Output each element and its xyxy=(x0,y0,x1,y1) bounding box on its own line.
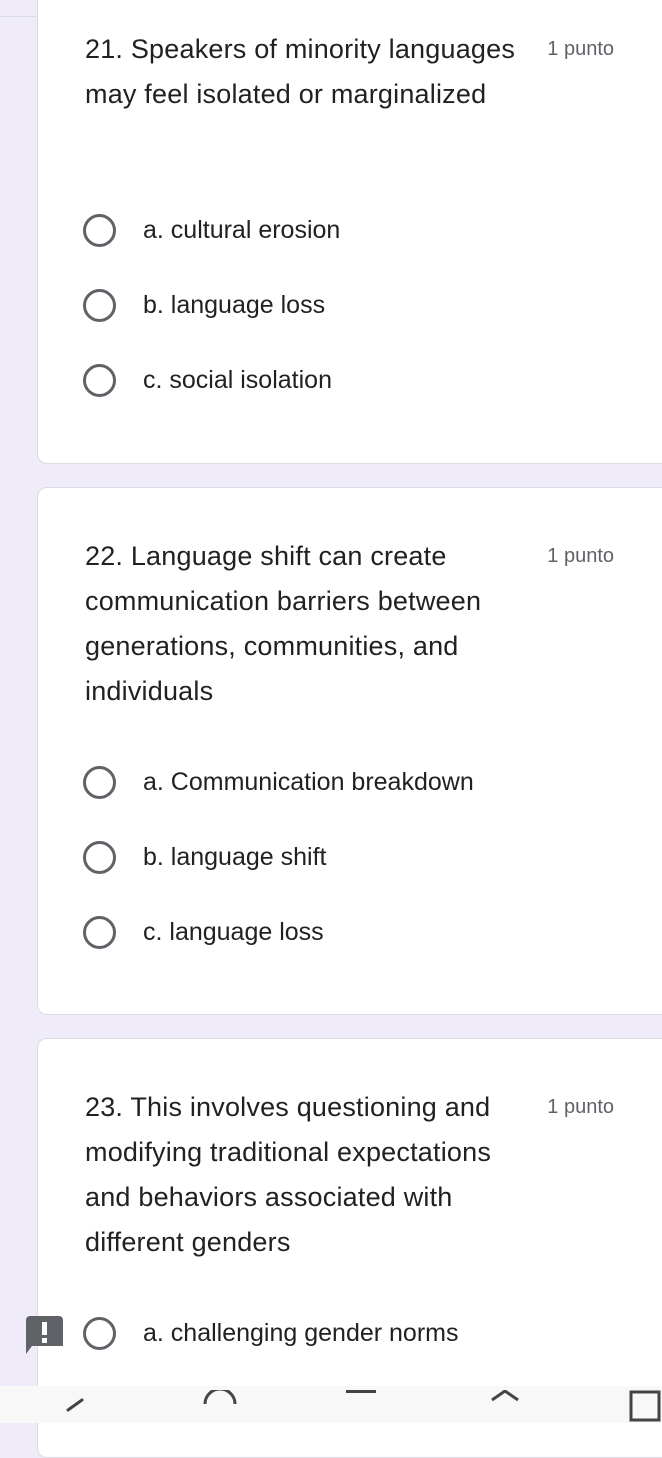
question-title: 22. Language shift can create communicat… xyxy=(85,541,482,706)
option-label: c. language loss xyxy=(143,917,324,946)
option-label: c. social isolation xyxy=(143,365,332,394)
up-arrow-icon[interactable] xyxy=(488,1389,522,1428)
question-card-21: 21. Speakers of minority languages may f… xyxy=(37,0,662,464)
menu-icon[interactable] xyxy=(344,1390,378,1428)
question-card-22: 22. Language shift can create communicat… xyxy=(37,487,662,1015)
question-points: 1 punto xyxy=(547,545,614,567)
radio-option[interactable]: a. challenging gender norms xyxy=(83,1313,458,1353)
radio-option[interactable]: a. cultural erosion xyxy=(83,210,340,250)
radio-button[interactable] xyxy=(83,213,116,247)
question-title: 21. Speakers of minority languages may f… xyxy=(85,34,516,109)
radio-button[interactable] xyxy=(83,915,116,949)
option-label: a. challenging gender norms xyxy=(143,1318,459,1347)
option-label: a. Communication breakdown xyxy=(143,767,474,796)
radio-button[interactable] xyxy=(83,1316,116,1350)
recents-icon[interactable] xyxy=(628,1390,662,1428)
system-navigation-bar xyxy=(0,1386,662,1423)
option-label: a. cultural erosion xyxy=(143,215,341,244)
option-label: b. language loss xyxy=(143,290,326,319)
radio-button[interactable] xyxy=(83,363,116,397)
radio-button[interactable] xyxy=(83,765,116,799)
back-icon[interactable] xyxy=(60,1390,90,1428)
question-points: 1 punto xyxy=(547,38,614,60)
radio-button[interactable] xyxy=(83,840,116,874)
radio-button[interactable] xyxy=(83,288,116,322)
exclamation-icon xyxy=(26,1316,63,1354)
question-points: 1 punto xyxy=(547,1096,614,1118)
home-icon[interactable] xyxy=(200,1387,240,1428)
question-title: 23. This involves questioning and modify… xyxy=(85,1092,492,1257)
radio-option[interactable]: c. language loss xyxy=(83,912,324,952)
radio-option[interactable]: c. social isolation xyxy=(83,360,332,400)
radio-option[interactable]: a. Communication breakdown xyxy=(83,762,474,802)
radio-option[interactable]: b. language shift xyxy=(83,837,326,877)
radio-option[interactable]: b. language loss xyxy=(83,285,325,325)
option-label: b. language shift xyxy=(143,842,327,871)
